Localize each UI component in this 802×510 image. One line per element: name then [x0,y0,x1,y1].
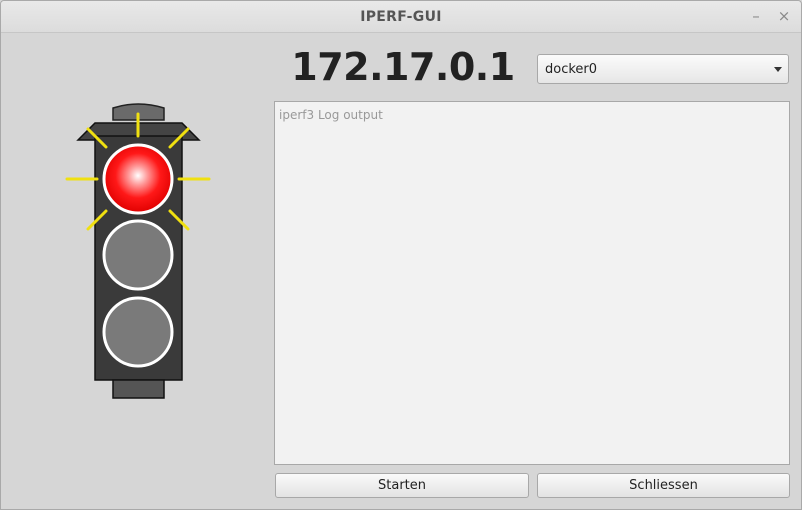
ip-address: 172.17.0.1 [291,45,515,89]
close-icon[interactable]: × [775,7,793,25]
window-title: IPERF-GUI [360,9,442,25]
title-bar[interactable]: IPERF-GUI – × [1,1,801,33]
interface-select-value: docker0 [545,62,598,77]
red-lamp [102,143,174,215]
chevron-down-icon[interactable] [774,67,782,72]
traffic-light-mount [112,379,165,399]
start-button[interactable]: Starten [275,473,529,498]
traffic-light-graphic [65,103,211,399]
green-lamp [102,296,174,368]
app-window: IPERF-GUI – × 172.17.0.1 docker0 iperf3 … [0,0,802,510]
log-output[interactable] [274,101,790,465]
interface-select[interactable]: docker0 [537,54,789,84]
traffic-light [61,98,216,407]
minimize-icon[interactable]: – [747,7,765,25]
yellow-lamp [102,219,174,291]
close-button[interactable]: Schliessen [537,473,790,498]
